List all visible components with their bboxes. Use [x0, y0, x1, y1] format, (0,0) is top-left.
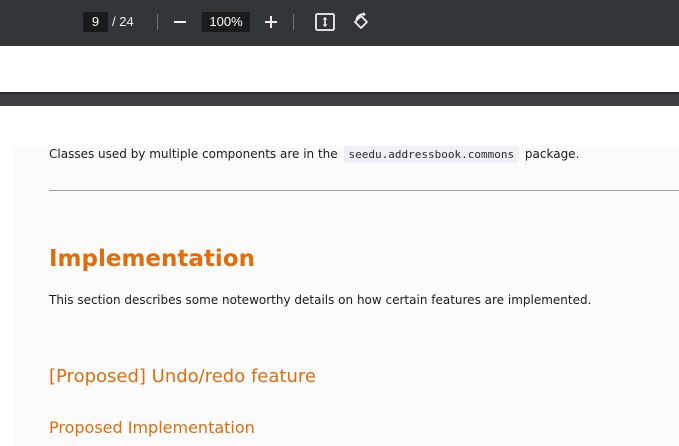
commons-package-code: seedu.addressbook.commons — [343, 146, 520, 163]
pdf-toolbar: 9 / 24 100% — [0, 0, 679, 46]
page-total-label: / 24 — [112, 14, 134, 29]
zoom-level-input[interactable]: 100% — [202, 12, 250, 32]
page-separator — [0, 92, 679, 106]
fit-to-page-button[interactable] — [313, 10, 337, 34]
zoom-in-button[interactable] — [260, 10, 282, 34]
horizontal-divider — [49, 190, 679, 191]
toolbar-divider — [293, 14, 294, 30]
implementation-heading: Implementation — [49, 246, 255, 272]
commons-text-before: Classes used by multiple components are … — [49, 147, 338, 161]
undo-redo-heading: [Proposed] Undo/redo feature — [49, 366, 316, 387]
rotate-button[interactable] — [349, 10, 373, 34]
toolbar-divider — [157, 14, 158, 30]
commons-paragraph: Classes used by multiple components are … — [49, 146, 580, 163]
rotate-icon — [354, 12, 368, 29]
page-number-input[interactable]: 9 — [83, 12, 108, 32]
zoom-out-button[interactable] — [169, 10, 191, 34]
implementation-description: This section describes some noteworthy d… — [49, 293, 592, 307]
fit-to-page-icon — [315, 13, 335, 31]
commons-text-after: package. — [524, 147, 580, 161]
previous-page-bottom — [0, 46, 679, 92]
proposed-implementation-heading: Proposed Implementation — [49, 418, 255, 437]
